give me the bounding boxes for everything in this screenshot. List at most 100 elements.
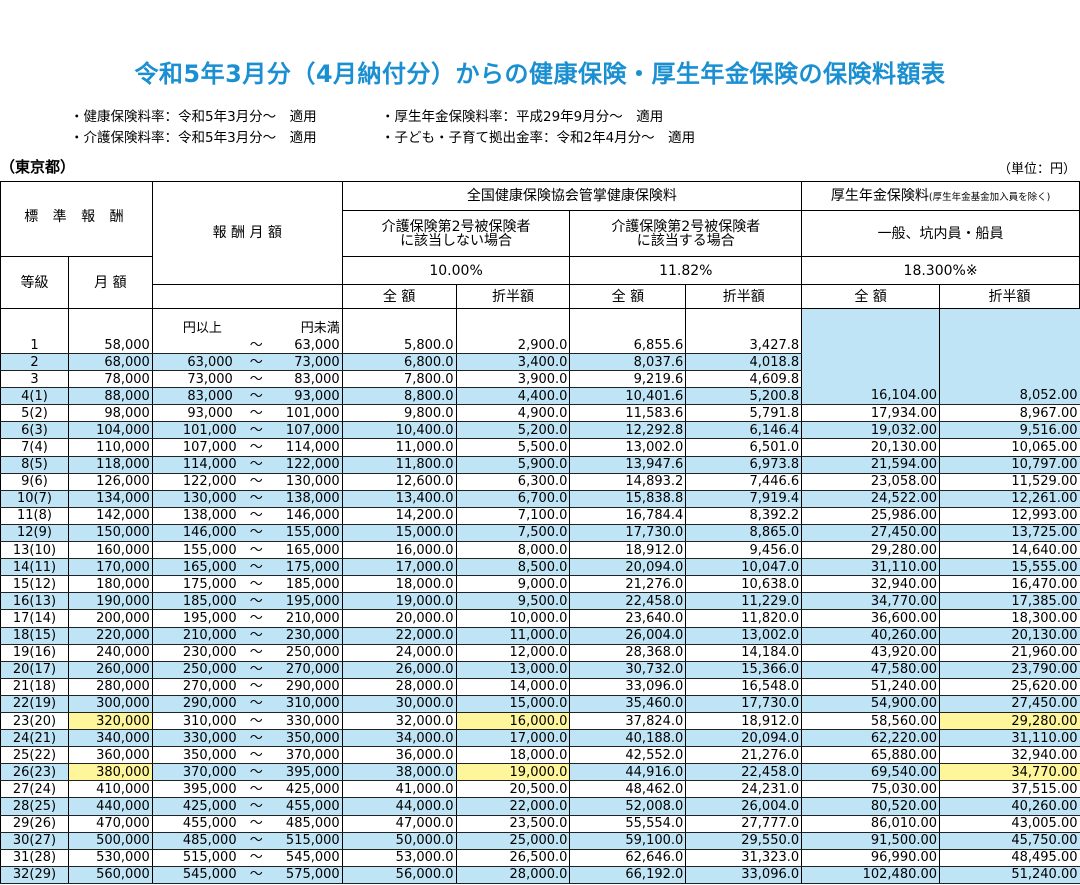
header-rate-2: 11.82% — [569, 256, 803, 285]
cell-care-half: 4,018.8 — [685, 353, 802, 372]
cell-health-half: 18,000.0 — [455, 746, 570, 765]
cell-pension-half: 25,620.00 — [939, 678, 1080, 696]
cell-health-full: 44,000.0 — [341, 797, 457, 816]
cell-range: 545,000 ～ 575,000 — [151, 866, 343, 884]
range-to: 155,000 — [285, 525, 340, 541]
cell-pension-full: 86,010.00 — [801, 815, 940, 833]
cell-care-full: 66,192.0 — [569, 866, 686, 884]
cell-pension-half: 48,495.00 — [939, 849, 1080, 867]
range-to: 230,000 — [285, 628, 340, 644]
range-to: 130,000 — [285, 474, 340, 490]
cell-range: 101,000 ～ 107,000 — [151, 421, 343, 440]
cell-pension-half: 12,261.00 — [939, 490, 1080, 508]
range-from: 101,000 — [182, 422, 237, 438]
cell-health-half: 10,000.0 — [455, 609, 570, 628]
table-row: 27(24) 410,000 395,000 ～ 425,000 41,000.0 20,5… — [0, 780, 1080, 799]
cell-pension-full: 23,058.00 — [801, 473, 940, 491]
cell-monthly: 300,000 — [67, 695, 153, 713]
cell-pension-full: 65,880.00 — [801, 746, 940, 765]
cell-health-half: 5,900.0 — [455, 456, 570, 474]
cell-monthly: 470,000 — [67, 815, 153, 833]
cell-range: 73,000 ～ 83,000 — [151, 370, 343, 389]
range-to: 330,000 — [285, 713, 340, 729]
cell-pension-half: 9,516.00 — [939, 421, 1080, 440]
cell-care-full: 15,838.8 — [569, 490, 686, 508]
range-from: 185,000 — [182, 593, 237, 609]
cell-grade: 13(10) — [0, 541, 69, 560]
range-tilde: ～ — [249, 816, 263, 832]
cell-monthly: 360,000 — [67, 746, 153, 765]
cell-care-half: 6,501.0 — [685, 438, 802, 457]
cell-care-full: 33,096.0 — [569, 678, 686, 696]
cell-care-full: 17,730.0 — [569, 524, 686, 543]
range-tilde: ～ — [249, 610, 263, 626]
range-from: 165,000 — [182, 559, 237, 575]
range-from: 350,000 — [182, 747, 237, 763]
cell-health-full: 32,000.0 — [341, 712, 457, 731]
cell-pension-full: 31,110.00 — [801, 558, 940, 577]
range-tilde: ～ — [249, 696, 263, 712]
cell-range: 230,000 ～ 250,000 — [151, 644, 343, 662]
table-row: 18(15) 220,000 210,000 ～ 230,000 22,000.0 11,0… — [0, 627, 1080, 645]
range-to: 114,000 — [285, 440, 340, 456]
cell-range: 195,000 ～ 210,000 — [151, 609, 343, 628]
cell-health-half: 3,400.0 — [455, 353, 570, 372]
cell-pension-full: 54,900.00 — [801, 695, 940, 713]
cell-grade: 11(8) — [0, 507, 69, 525]
cell-pension-full: 21,594.00 — [801, 456, 940, 474]
cell-health-half: 9,000.0 — [455, 575, 570, 594]
cell-care-full: 44,916.0 — [569, 763, 686, 782]
cell-pension-full: 69,540.00 — [801, 763, 940, 782]
range-to: 195,000 — [285, 593, 340, 609]
table-row: 31(28) 530,000 515,000 ～ 545,000 53,000.0 26,5… — [0, 849, 1080, 867]
range-yen-over: 円以上 — [182, 321, 222, 336]
range-to: 455,000 — [285, 798, 340, 814]
cell-monthly: 180,000 — [67, 575, 153, 594]
header-kosei-note: (厚生年金基金加入員を除く) — [928, 192, 1051, 203]
header-remuneration-monthly: 報 酬 月 額 — [151, 181, 343, 285]
cell-grade: 31(28) — [0, 849, 69, 867]
table-row: 6(3) 104,000 101,000 ～ 107,000 10,400.0 5,200.… — [0, 421, 1080, 440]
cell-grade: 8(5) — [0, 456, 69, 474]
cell-care-full: 10,401.6 — [569, 387, 686, 406]
cell-care-full: 42,552.0 — [569, 746, 686, 765]
cell-range: 350,000 ～ 370,000 — [151, 746, 343, 765]
cell-grade: 15(12) — [0, 575, 69, 594]
cell-pension-half: 29,280.00 — [939, 712, 1080, 731]
cell-monthly: 110,000 — [67, 438, 153, 457]
cell-pension-half — [939, 308, 1080, 354]
cell-health-half: 8,000.0 — [455, 541, 570, 560]
table-row: 3 78,000 73,000 ～ 83,000 7,800.0 3,900.0 9,219.… — [0, 370, 1080, 389]
range-to: 290,000 — [285, 679, 340, 695]
cell-health-half: 7,500.0 — [455, 524, 570, 543]
cell-care-full: 55,554.0 — [569, 815, 686, 833]
cell-care-full: 40,188.0 — [569, 729, 686, 748]
range-from: 515,000 — [182, 850, 237, 866]
range-to: 138,000 — [285, 491, 340, 507]
range-to: 101,000 — [285, 405, 340, 421]
cell-health-full: 18,000.0 — [341, 575, 457, 594]
cell-health-full: 20,000.0 — [341, 609, 457, 628]
table-row: 12(9) 150,000 146,000 ～ 155,000 15,000.0 7,500… — [0, 524, 1080, 543]
cell-range: 395,000 ～ 425,000 — [151, 780, 343, 799]
range-tilde: ～ — [249, 679, 263, 695]
cell-pension-half: 18,300.00 — [939, 609, 1080, 628]
range-tilde: ～ — [249, 713, 263, 729]
cell-health-half: 25,000.0 — [455, 832, 570, 850]
cell-pension-half: 14,640.00 — [939, 541, 1080, 560]
cell-health-full: 7,800.0 — [341, 370, 457, 389]
table-row: 32(29) 560,000 545,000 ～ 575,000 56,000.0 28,0… — [0, 866, 1080, 884]
cell-care-half: 21,276.0 — [685, 746, 802, 765]
premium-table: 標 準 報 酬 報 酬 月 額 全国健康保険協会管掌健康保険料 厚生年金保険料(… — [0, 181, 1080, 884]
cell-care-half: 7,919.4 — [685, 490, 802, 508]
cell-grade: 6(3) — [0, 421, 69, 440]
range-tilde: ～ — [249, 405, 263, 421]
cell-pension-full: 43,920.00 — [801, 644, 940, 662]
header-care: 介護保険第2号被保険者 に該当する場合 — [569, 210, 803, 257]
cell-range: 270,000 ～ 290,000 — [151, 678, 343, 696]
table-row: 5(2) 98,000 93,000 ～ 101,000 9,800.0 4,900.0 11… — [0, 404, 1080, 423]
header-care-line2: に該当する場合 — [636, 232, 735, 249]
range-to: 515,000 — [285, 833, 340, 849]
cell-monthly: 260,000 — [67, 661, 153, 679]
cell-care-half: 15,366.0 — [685, 661, 802, 679]
